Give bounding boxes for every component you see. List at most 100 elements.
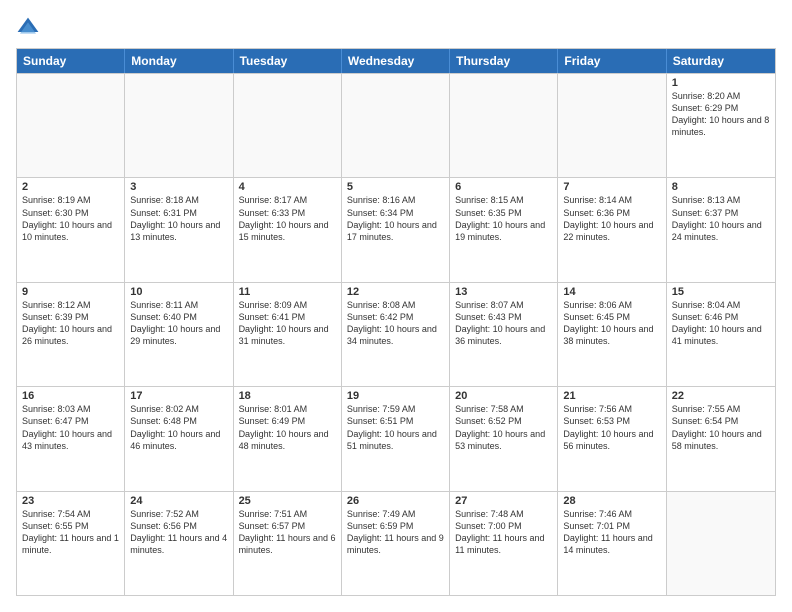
- calendar: SundayMondayTuesdayWednesdayThursdayFrid…: [16, 48, 776, 596]
- header: [16, 16, 776, 40]
- day-number: 21: [563, 390, 660, 402]
- weekday-header: Monday: [125, 49, 233, 73]
- day-number: 20: [455, 390, 552, 402]
- day-number: 27: [455, 495, 552, 507]
- day-number: 28: [563, 495, 660, 507]
- page: SundayMondayTuesdayWednesdayThursdayFrid…: [0, 0, 792, 612]
- weekday-header: Friday: [558, 49, 666, 73]
- calendar-cell: 9Sunrise: 8:12 AM Sunset: 6:39 PM Daylig…: [17, 283, 125, 386]
- calendar-cell: [667, 492, 775, 595]
- day-number: 1: [672, 77, 770, 89]
- cell-info: Sunrise: 7:49 AM Sunset: 6:59 PM Dayligh…: [347, 508, 444, 557]
- cell-info: Sunrise: 8:15 AM Sunset: 6:35 PM Dayligh…: [455, 194, 552, 243]
- calendar-cell: 5Sunrise: 8:16 AM Sunset: 6:34 PM Daylig…: [342, 178, 450, 281]
- day-number: 5: [347, 181, 444, 193]
- weekday-header: Saturday: [667, 49, 775, 73]
- calendar-cell: [342, 74, 450, 177]
- calendar-cell: 14Sunrise: 8:06 AM Sunset: 6:45 PM Dayli…: [558, 283, 666, 386]
- calendar-cell: 24Sunrise: 7:52 AM Sunset: 6:56 PM Dayli…: [125, 492, 233, 595]
- day-number: 15: [672, 286, 770, 298]
- day-number: 11: [239, 286, 336, 298]
- day-number: 6: [455, 181, 552, 193]
- day-number: 13: [455, 286, 552, 298]
- calendar-cell: [125, 74, 233, 177]
- day-number: 24: [130, 495, 227, 507]
- calendar-cell: 28Sunrise: 7:46 AM Sunset: 7:01 PM Dayli…: [558, 492, 666, 595]
- cell-info: Sunrise: 8:13 AM Sunset: 6:37 PM Dayligh…: [672, 194, 770, 243]
- cell-info: Sunrise: 8:08 AM Sunset: 6:42 PM Dayligh…: [347, 299, 444, 348]
- cell-info: Sunrise: 8:04 AM Sunset: 6:46 PM Dayligh…: [672, 299, 770, 348]
- day-number: 10: [130, 286, 227, 298]
- cell-info: Sunrise: 8:19 AM Sunset: 6:30 PM Dayligh…: [22, 194, 119, 243]
- day-number: 26: [347, 495, 444, 507]
- cell-info: Sunrise: 8:02 AM Sunset: 6:48 PM Dayligh…: [130, 403, 227, 452]
- calendar-cell: 21Sunrise: 7:56 AM Sunset: 6:53 PM Dayli…: [558, 387, 666, 490]
- calendar-cell: 1Sunrise: 8:20 AM Sunset: 6:29 PM Daylig…: [667, 74, 775, 177]
- calendar-cell: 26Sunrise: 7:49 AM Sunset: 6:59 PM Dayli…: [342, 492, 450, 595]
- calendar-row: 16Sunrise: 8:03 AM Sunset: 6:47 PM Dayli…: [17, 386, 775, 490]
- cell-info: Sunrise: 7:56 AM Sunset: 6:53 PM Dayligh…: [563, 403, 660, 452]
- calendar-cell: 18Sunrise: 8:01 AM Sunset: 6:49 PM Dayli…: [234, 387, 342, 490]
- cell-info: Sunrise: 8:07 AM Sunset: 6:43 PM Dayligh…: [455, 299, 552, 348]
- calendar-body: 1Sunrise: 8:20 AM Sunset: 6:29 PM Daylig…: [17, 73, 775, 595]
- calendar-cell: 27Sunrise: 7:48 AM Sunset: 7:00 PM Dayli…: [450, 492, 558, 595]
- weekday-header: Wednesday: [342, 49, 450, 73]
- calendar-row: 9Sunrise: 8:12 AM Sunset: 6:39 PM Daylig…: [17, 282, 775, 386]
- calendar-cell: 16Sunrise: 8:03 AM Sunset: 6:47 PM Dayli…: [17, 387, 125, 490]
- calendar-cell: 22Sunrise: 7:55 AM Sunset: 6:54 PM Dayli…: [667, 387, 775, 490]
- calendar-cell: 6Sunrise: 8:15 AM Sunset: 6:35 PM Daylig…: [450, 178, 558, 281]
- day-number: 2: [22, 181, 119, 193]
- cell-info: Sunrise: 8:14 AM Sunset: 6:36 PM Dayligh…: [563, 194, 660, 243]
- calendar-cell: 19Sunrise: 7:59 AM Sunset: 6:51 PM Dayli…: [342, 387, 450, 490]
- cell-info: Sunrise: 8:16 AM Sunset: 6:34 PM Dayligh…: [347, 194, 444, 243]
- calendar-cell: 12Sunrise: 8:08 AM Sunset: 6:42 PM Dayli…: [342, 283, 450, 386]
- cell-info: Sunrise: 8:06 AM Sunset: 6:45 PM Dayligh…: [563, 299, 660, 348]
- day-number: 12: [347, 286, 444, 298]
- day-number: 3: [130, 181, 227, 193]
- cell-info: Sunrise: 8:09 AM Sunset: 6:41 PM Dayligh…: [239, 299, 336, 348]
- cell-info: Sunrise: 8:17 AM Sunset: 6:33 PM Dayligh…: [239, 194, 336, 243]
- day-number: 9: [22, 286, 119, 298]
- cell-info: Sunrise: 7:48 AM Sunset: 7:00 PM Dayligh…: [455, 508, 552, 557]
- calendar-cell: 7Sunrise: 8:14 AM Sunset: 6:36 PM Daylig…: [558, 178, 666, 281]
- cell-info: Sunrise: 7:51 AM Sunset: 6:57 PM Dayligh…: [239, 508, 336, 557]
- day-number: 17: [130, 390, 227, 402]
- cell-info: Sunrise: 8:01 AM Sunset: 6:49 PM Dayligh…: [239, 403, 336, 452]
- cell-info: Sunrise: 8:20 AM Sunset: 6:29 PM Dayligh…: [672, 90, 770, 139]
- day-number: 4: [239, 181, 336, 193]
- day-number: 22: [672, 390, 770, 402]
- calendar-cell: 8Sunrise: 8:13 AM Sunset: 6:37 PM Daylig…: [667, 178, 775, 281]
- day-number: 16: [22, 390, 119, 402]
- calendar-cell: 3Sunrise: 8:18 AM Sunset: 6:31 PM Daylig…: [125, 178, 233, 281]
- cell-info: Sunrise: 7:54 AM Sunset: 6:55 PM Dayligh…: [22, 508, 119, 557]
- calendar-cell: 2Sunrise: 8:19 AM Sunset: 6:30 PM Daylig…: [17, 178, 125, 281]
- calendar-row: 1Sunrise: 8:20 AM Sunset: 6:29 PM Daylig…: [17, 73, 775, 177]
- day-number: 25: [239, 495, 336, 507]
- calendar-cell: 23Sunrise: 7:54 AM Sunset: 6:55 PM Dayli…: [17, 492, 125, 595]
- calendar-header: SundayMondayTuesdayWednesdayThursdayFrid…: [17, 49, 775, 73]
- calendar-cell: [558, 74, 666, 177]
- calendar-cell: [234, 74, 342, 177]
- day-number: 23: [22, 495, 119, 507]
- weekday-header: Thursday: [450, 49, 558, 73]
- calendar-cell: 25Sunrise: 7:51 AM Sunset: 6:57 PM Dayli…: [234, 492, 342, 595]
- calendar-row: 2Sunrise: 8:19 AM Sunset: 6:30 PM Daylig…: [17, 177, 775, 281]
- cell-info: Sunrise: 7:46 AM Sunset: 7:01 PM Dayligh…: [563, 508, 660, 557]
- cell-info: Sunrise: 7:55 AM Sunset: 6:54 PM Dayligh…: [672, 403, 770, 452]
- day-number: 14: [563, 286, 660, 298]
- cell-info: Sunrise: 7:58 AM Sunset: 6:52 PM Dayligh…: [455, 403, 552, 452]
- weekday-header: Sunday: [17, 49, 125, 73]
- cell-info: Sunrise: 8:18 AM Sunset: 6:31 PM Dayligh…: [130, 194, 227, 243]
- calendar-cell: 17Sunrise: 8:02 AM Sunset: 6:48 PM Dayli…: [125, 387, 233, 490]
- day-number: 7: [563, 181, 660, 193]
- cell-info: Sunrise: 7:59 AM Sunset: 6:51 PM Dayligh…: [347, 403, 444, 452]
- calendar-row: 23Sunrise: 7:54 AM Sunset: 6:55 PM Dayli…: [17, 491, 775, 595]
- cell-info: Sunrise: 8:03 AM Sunset: 6:47 PM Dayligh…: [22, 403, 119, 452]
- day-number: 19: [347, 390, 444, 402]
- cell-info: Sunrise: 7:52 AM Sunset: 6:56 PM Dayligh…: [130, 508, 227, 557]
- calendar-cell: 20Sunrise: 7:58 AM Sunset: 6:52 PM Dayli…: [450, 387, 558, 490]
- calendar-cell: 11Sunrise: 8:09 AM Sunset: 6:41 PM Dayli…: [234, 283, 342, 386]
- cell-info: Sunrise: 8:11 AM Sunset: 6:40 PM Dayligh…: [130, 299, 227, 348]
- cell-info: Sunrise: 8:12 AM Sunset: 6:39 PM Dayligh…: [22, 299, 119, 348]
- calendar-cell: 4Sunrise: 8:17 AM Sunset: 6:33 PM Daylig…: [234, 178, 342, 281]
